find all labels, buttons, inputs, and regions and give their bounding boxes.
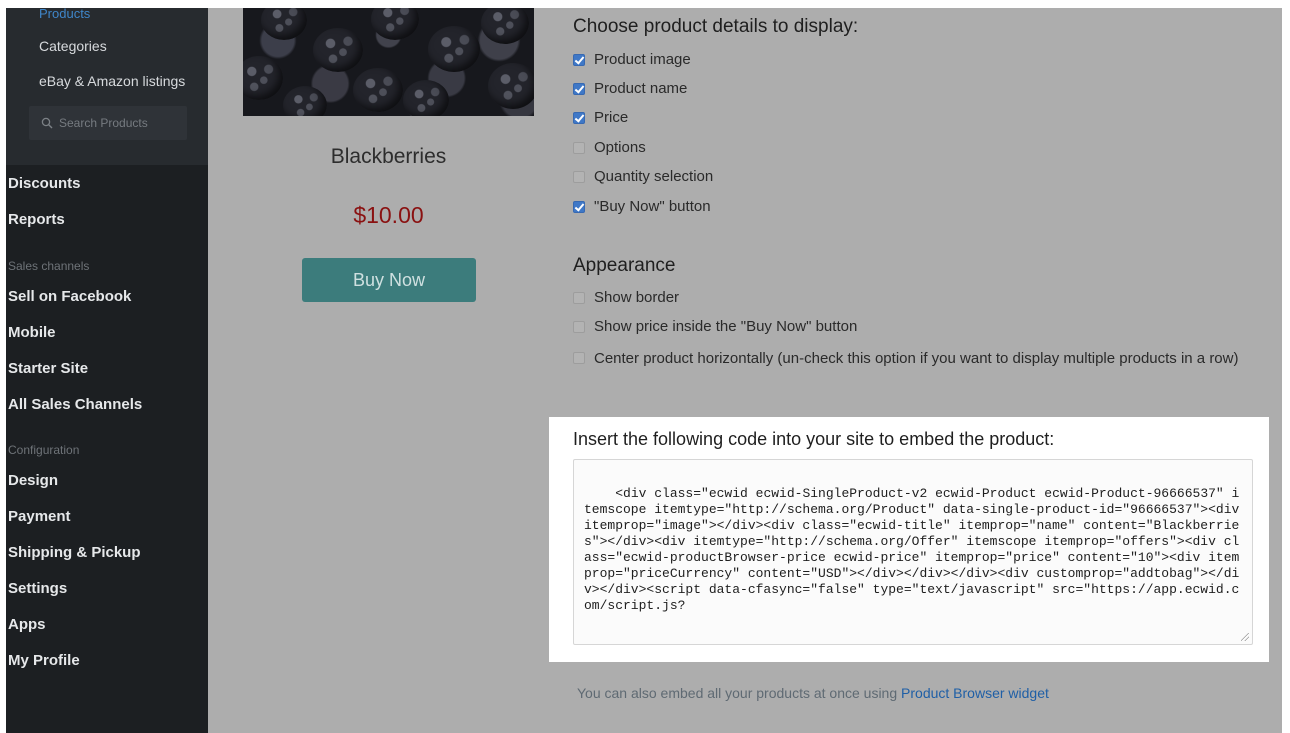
checkbox-unchecked[interactable]: [573, 320, 585, 333]
subnav-products[interactable]: Products: [39, 6, 90, 21]
checkbox-checked[interactable]: [573, 82, 585, 95]
option-buy-now-button[interactable]: "Buy Now" button: [573, 198, 711, 215]
embed-code-panel: Insert the following code into your site…: [549, 417, 1269, 662]
product-image: [243, 8, 534, 116]
berry-shape: [243, 56, 283, 100]
option-show-border[interactable]: Show border: [573, 289, 679, 306]
subnav-categories[interactable]: Categories: [39, 38, 107, 54]
checkbox-checked[interactable]: [573, 53, 585, 66]
option-price[interactable]: Price: [573, 109, 628, 126]
search-products-input[interactable]: [59, 116, 179, 130]
option-label: Show border: [594, 289, 680, 306]
embed-code-textarea[interactable]: <div class="ecwid ecwid-SingleProduct-v2…: [573, 459, 1253, 645]
checkbox-checked[interactable]: [573, 111, 585, 124]
subnav-ebay-amazon[interactable]: eBay & Amazon listings: [39, 73, 185, 89]
sidebar: Products Categories eBay & Amazon listin…: [0, 6, 208, 733]
berry-shape: [353, 68, 403, 112]
embed-heading: Insert the following code into your site…: [573, 429, 1055, 449]
nav-my-profile[interactable]: My Profile: [8, 652, 80, 669]
buy-now-button[interactable]: Buy Now: [302, 258, 476, 302]
berry-shape: [403, 80, 449, 116]
nav-all-sales-channels[interactable]: All Sales Channels: [8, 396, 142, 413]
option-quantity-selection[interactable]: Quantity selection: [573, 168, 713, 185]
nav-design[interactable]: Design: [8, 472, 58, 489]
right-edge: [1282, 0, 1290, 733]
berry-shape: [481, 8, 529, 44]
checkbox-checked[interactable]: [573, 200, 585, 213]
products-subpanel: Products Categories eBay & Amazon listin…: [6, 6, 208, 165]
berry-shape: [488, 63, 534, 109]
embed-code-text[interactable]: <div class="ecwid ecwid-SingleProduct-v2…: [584, 486, 1247, 613]
nav-reports[interactable]: Reports: [8, 211, 65, 228]
checkbox-unchecked[interactable]: [573, 170, 585, 183]
option-product-image[interactable]: Product image: [573, 51, 691, 68]
option-label: Quantity selection: [594, 168, 714, 185]
search-products-box[interactable]: [29, 106, 187, 140]
nav-sell-on-facebook[interactable]: Sell on Facebook: [8, 288, 131, 305]
search-icon: [41, 117, 53, 129]
option-center-product[interactable]: Center product horizontally (un-check th…: [573, 347, 1253, 371]
checkbox-unchecked[interactable]: [573, 291, 585, 304]
product-browser-link[interactable]: Product Browser widget: [901, 685, 1049, 701]
details-heading: Choose product details to display:: [573, 16, 859, 37]
berry-shape: [313, 28, 363, 72]
nav-settings[interactable]: Settings: [8, 580, 67, 597]
option-price-inside-button[interactable]: Show price inside the "Buy Now" button: [573, 318, 857, 335]
berry-shape: [428, 26, 480, 72]
nav-apps[interactable]: Apps: [8, 616, 46, 633]
option-label: Center product horizontally (un-check th…: [594, 350, 1239, 367]
section-configuration: Configuration: [8, 443, 80, 457]
option-product-name[interactable]: Product name: [573, 80, 687, 97]
option-options[interactable]: Options: [573, 139, 646, 156]
appearance-heading: Appearance: [573, 255, 676, 276]
section-sales-channels: Sales channels: [8, 259, 90, 273]
top-strip: [0, 0, 1290, 8]
product-title: Blackberries: [330, 145, 447, 168]
berry-shape: [283, 86, 327, 116]
option-label: Price: [594, 109, 629, 126]
berry-shape: [261, 8, 307, 40]
footer-text: You can also embed all your products at …: [577, 685, 902, 701]
option-label: Product name: [594, 80, 688, 97]
footer-note: You can also embed all your products at …: [577, 685, 1049, 701]
product-price: $10.00: [353, 202, 424, 228]
option-label: "Buy Now" button: [594, 198, 711, 215]
option-label: Product image: [594, 51, 691, 68]
checkbox-unchecked[interactable]: [573, 141, 585, 154]
option-label: Options: [594, 139, 646, 156]
nav-payment[interactable]: Payment: [8, 508, 71, 525]
resize-grip-icon[interactable]: [1241, 633, 1249, 641]
nav-shipping-pickup[interactable]: Shipping & Pickup: [8, 544, 141, 561]
option-label: Show price inside the "Buy Now" button: [594, 318, 858, 335]
nav-starter-site[interactable]: Starter Site: [8, 360, 88, 377]
checkbox-unchecked[interactable]: [573, 352, 585, 364]
nav-discounts[interactable]: Discounts: [8, 175, 81, 192]
berry-shape: [371, 8, 419, 40]
nav-mobile[interactable]: Mobile: [8, 324, 56, 341]
